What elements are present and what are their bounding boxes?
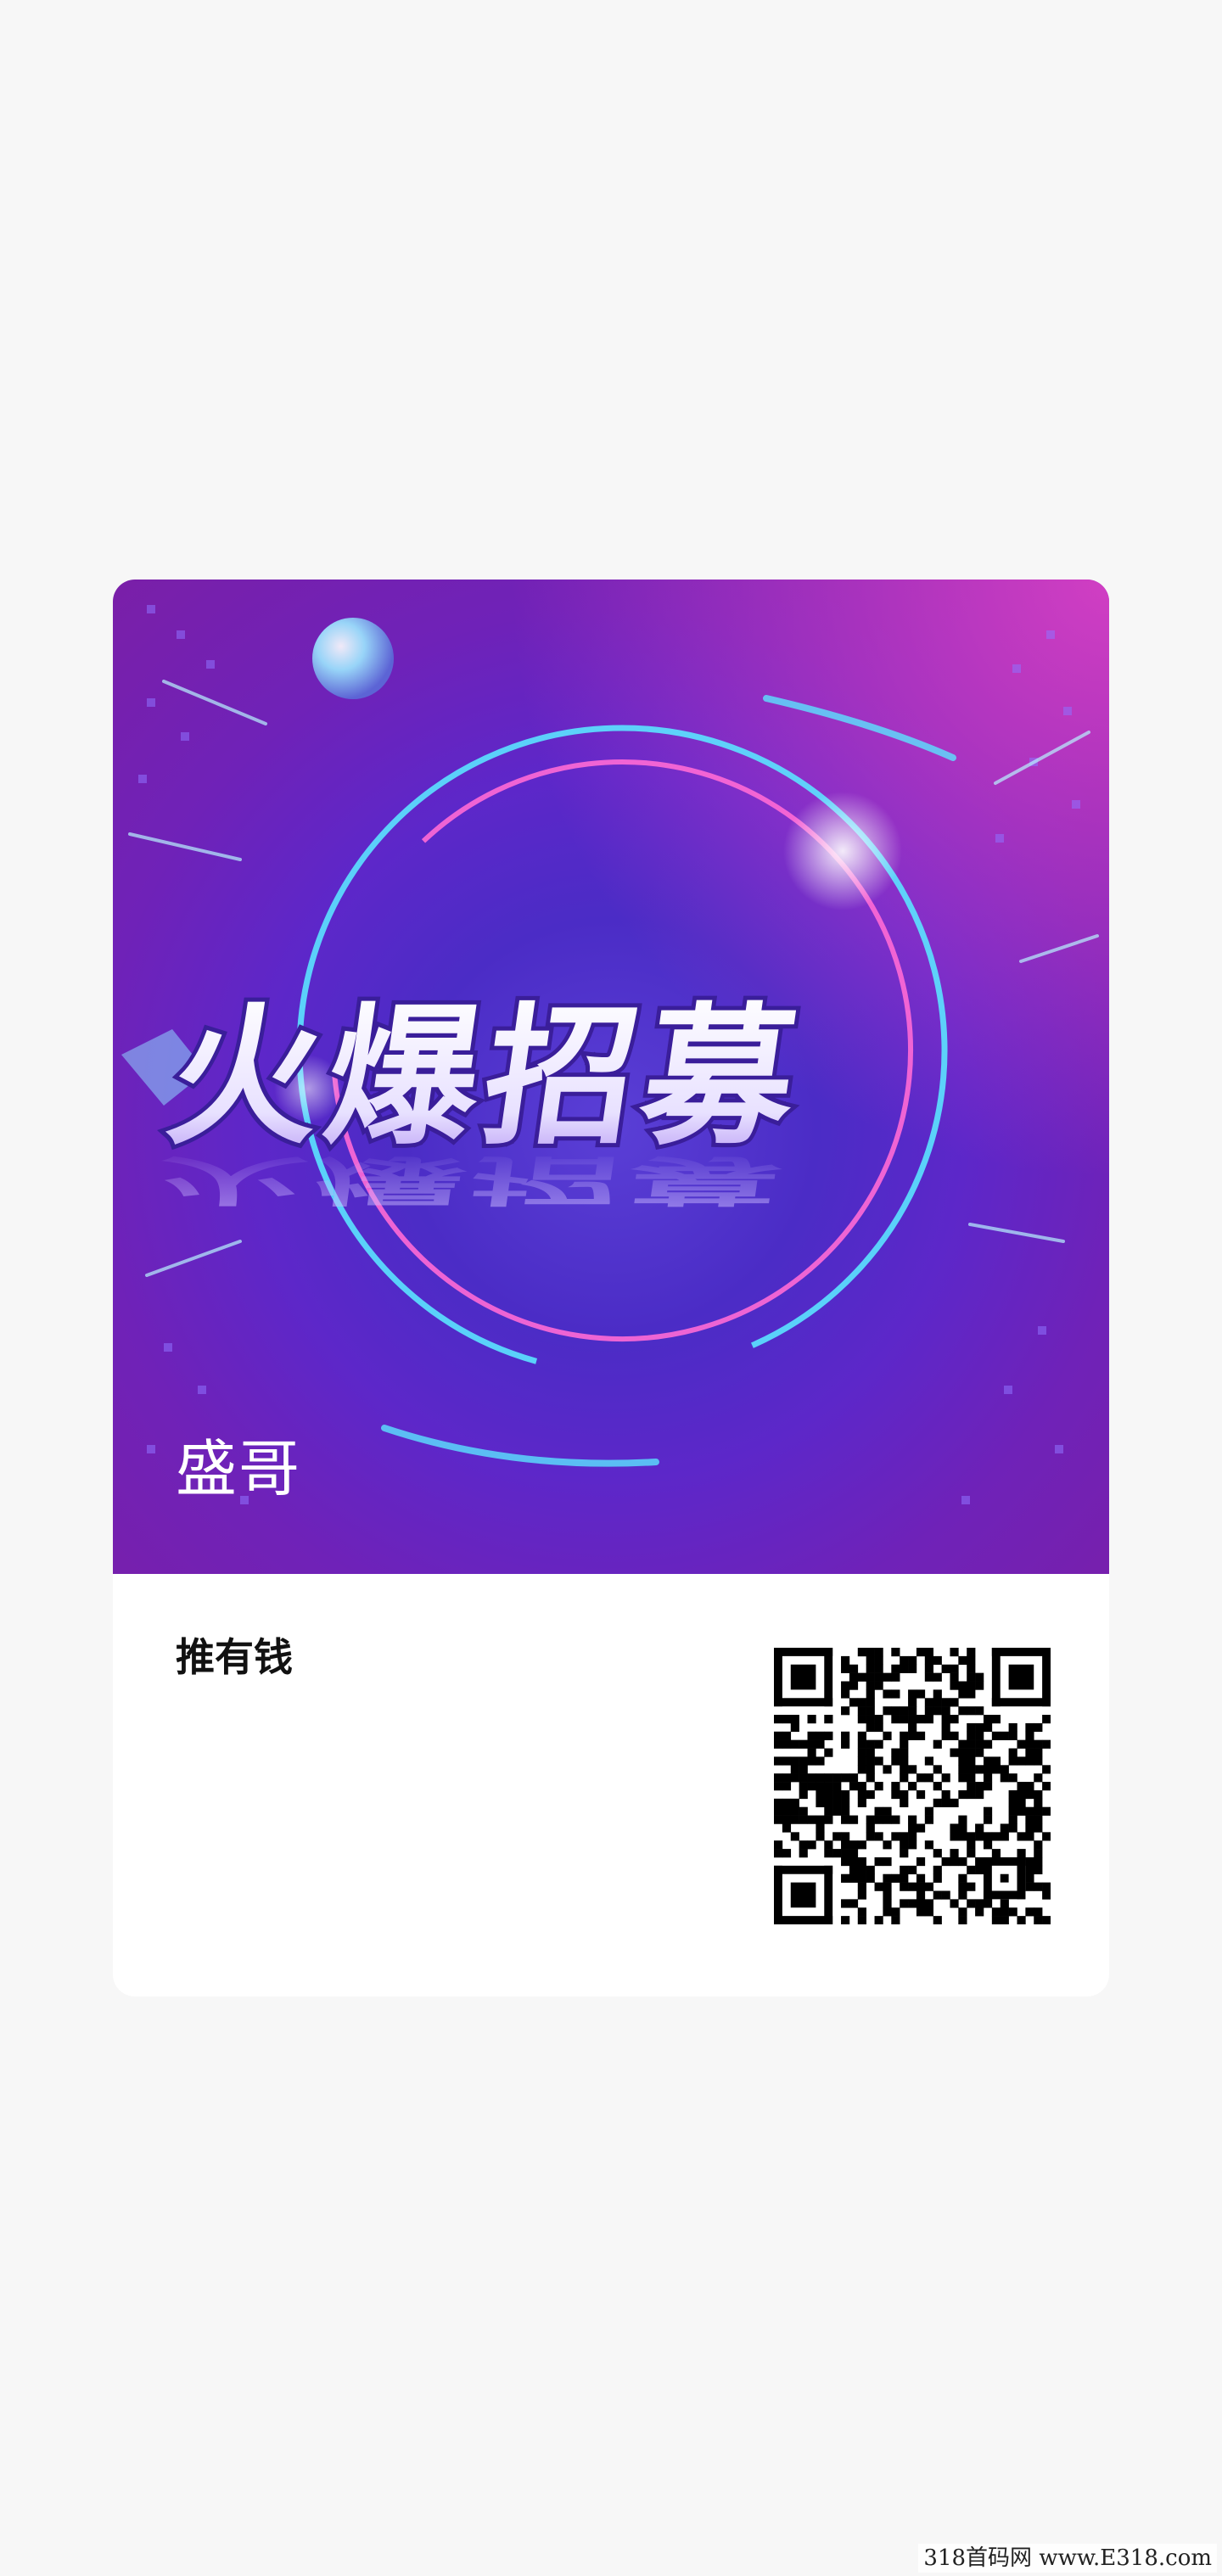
svg-text:火爆招募: 火爆招募 [152, 1149, 792, 1210]
watermark: 318首码网 www.E318.com [918, 2544, 1217, 2573]
poster-graphic: 火爆招募 火爆招募 [113, 580, 1109, 1574]
poster-title: 火爆招募 [158, 990, 814, 1166]
author-name: 盛哥 [176, 1433, 302, 1504]
poster-image: 火爆招募 火爆招募 盛哥 [113, 580, 1109, 1574]
app-name: 推有钱 [176, 1634, 293, 1680]
share-page: 火爆招募 火爆招募 盛哥 推有钱 318首码网 www.E318.com [0, 0, 1222, 2576]
share-card: 火爆招募 火爆招募 盛哥 推有钱 [113, 580, 1109, 1996]
qr-code-icon [774, 1648, 1051, 1925]
